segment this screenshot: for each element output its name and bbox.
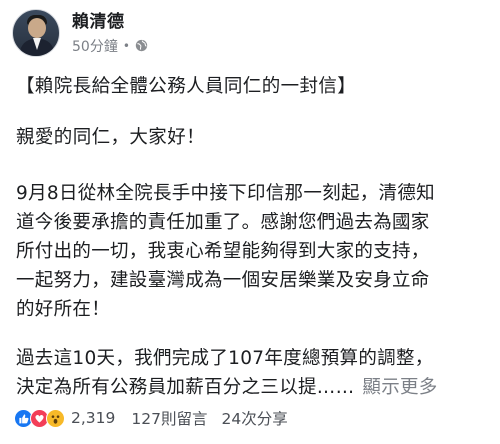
paragraph-line: 的好所在！	[16, 299, 111, 320]
wow-icon	[46, 408, 65, 428]
paragraph-line: 一起努力，建設臺灣成為一個安居樂業及安身立命	[16, 270, 430, 291]
paragraph-line: 9月8日從林全院長手中接下印信那一刻起，清德知	[16, 183, 435, 204]
engagement-bar: 2,319 127則留言 24次分享	[14, 407, 288, 429]
reaction-count[interactable]: 2,319	[71, 409, 115, 427]
paragraph-line: 道今後要承擔的責任加重了。感謝您們過去為國家	[16, 212, 430, 233]
post-paragraph-2: 過去這10天，我們完成了107年度總預算的調整， 決定為所有公務員加薪百分之三以…	[16, 344, 490, 402]
time-row: 50分鐘 •	[72, 36, 148, 56]
shares-count[interactable]: 24次分享	[221, 407, 287, 429]
paragraph-line: 過去這10天，我們完成了107年度總預算的調整，	[16, 348, 434, 369]
avatar[interactable]	[12, 9, 60, 57]
paragraph-line: 所付出的一切，我衷心希望能夠得到大家的支持，	[16, 241, 430, 262]
paragraph-line-truncated: 決定為所有公務員加薪百分之三以提…… 顯示更多	[16, 373, 490, 402]
paragraph-line: 決定為所有公務員加薪百分之三以提……	[16, 377, 355, 398]
post-time[interactable]: 50分鐘	[72, 36, 118, 56]
reaction-icons[interactable]	[14, 408, 65, 428]
see-more-link[interactable]: 顯示更多	[362, 377, 437, 398]
post-paragraph-1: 9月8日從林全院長手中接下印信那一刻起，清德知 道今後要承擔的責任加重了。感謝您…	[16, 179, 490, 324]
comments-count[interactable]: 127則留言	[131, 407, 207, 429]
post-header: 賴清德 50分鐘 •	[12, 8, 148, 58]
post-title: 【賴院長給全體公務人員同仁的一封信】	[16, 76, 357, 97]
post-body: 【賴院長給全體公務人員同仁的一封信】 親愛的同仁，大家好！ 9月8日從林全院長手…	[16, 74, 490, 402]
globe-icon[interactable]	[135, 39, 148, 52]
avatar-face	[28, 18, 46, 38]
post-meta: 賴清德 50分鐘 •	[72, 11, 148, 56]
author-name[interactable]: 賴清德	[72, 11, 148, 33]
separator-dot: •	[122, 38, 130, 53]
post-greeting: 親愛的同仁，大家好！	[16, 127, 206, 148]
